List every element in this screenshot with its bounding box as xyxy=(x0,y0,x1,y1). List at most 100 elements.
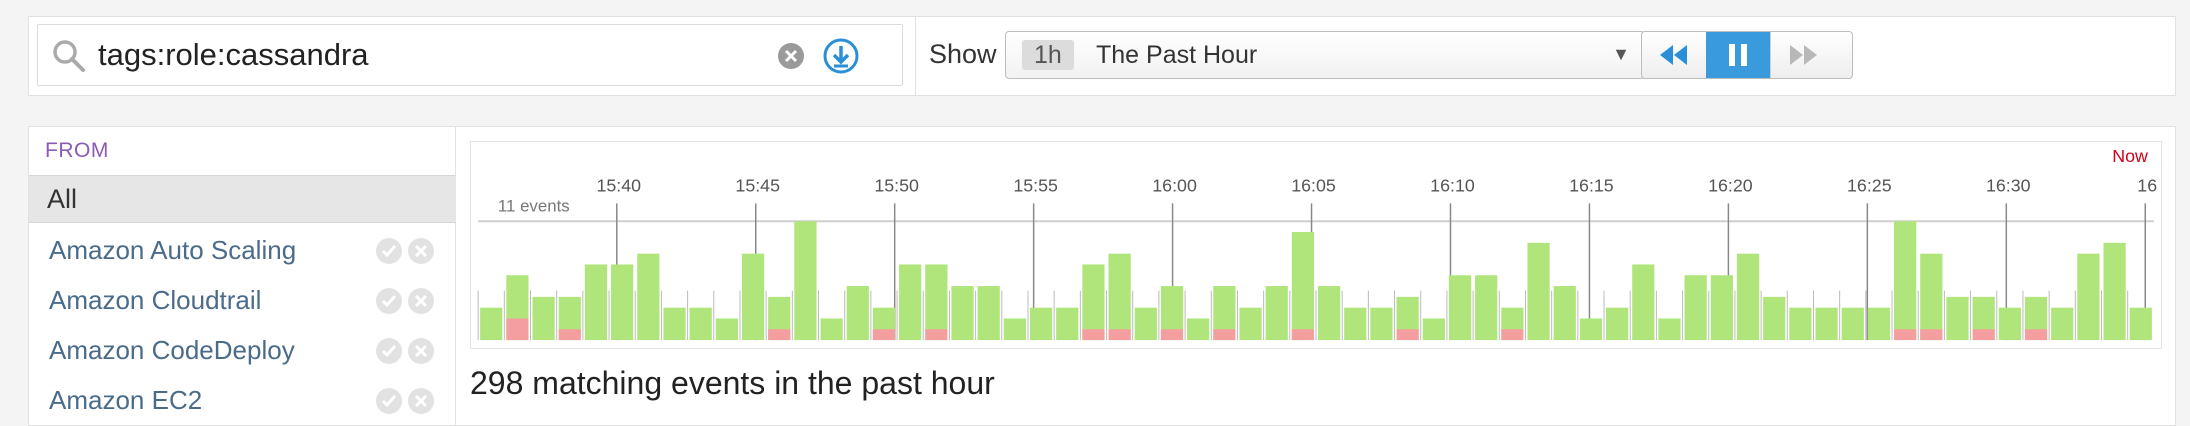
bar-ok xyxy=(794,221,817,341)
timeframe-select[interactable]: 1h The Past Hour ▼ xyxy=(1005,31,1645,79)
bar-error xyxy=(1291,329,1315,341)
bar-ok xyxy=(689,307,712,341)
source-item[interactable]: Amazon EC2 xyxy=(29,375,457,425)
include-check-icon[interactable] xyxy=(375,337,403,365)
bar-ok xyxy=(1475,275,1498,341)
source-item-all[interactable]: All xyxy=(29,175,457,223)
bar-error xyxy=(1396,329,1419,341)
tick-label: 16:00 xyxy=(1152,176,1197,196)
bar-error xyxy=(1213,329,1236,341)
divider xyxy=(915,17,916,95)
bar-ok xyxy=(1710,275,1733,341)
bar-ok xyxy=(1134,307,1157,341)
source-item[interactable]: Amazon CodeDeploy xyxy=(29,325,457,375)
top-bar: Show 1h The Past Hour ▼ xyxy=(28,16,2176,96)
bar-ok xyxy=(1632,264,1655,341)
bar-ok xyxy=(1448,275,1472,341)
bar-ok xyxy=(925,264,948,341)
bar-ok xyxy=(1370,307,1393,341)
bar-ok xyxy=(820,318,843,341)
timeframe-badge: 1h xyxy=(1022,40,1074,70)
bar-ok xyxy=(1946,296,1969,341)
bar-ok xyxy=(1056,307,1079,341)
bar-ok xyxy=(1553,286,1576,341)
tick-label: 16:25 xyxy=(1847,176,1892,196)
tick-label: 15:45 xyxy=(735,176,780,196)
bar-ok xyxy=(1082,264,1105,341)
exclude-x-icon[interactable] xyxy=(407,237,435,265)
timeframe-text: The Past Hour xyxy=(1096,41,1258,69)
bar-ok xyxy=(2077,253,2100,341)
include-check-icon[interactable] xyxy=(375,387,403,415)
bar-ok xyxy=(1187,318,1210,341)
bar-ok xyxy=(584,264,608,341)
clear-search-icon[interactable] xyxy=(776,41,806,71)
save-search-icon[interactable] xyxy=(822,37,860,75)
search-icon xyxy=(53,40,85,72)
bar-error xyxy=(1108,329,1131,341)
bar-error xyxy=(768,329,791,341)
pause-button[interactable] xyxy=(1706,32,1770,78)
bar-ok xyxy=(637,253,660,341)
search-box[interactable] xyxy=(37,24,903,86)
bar-ok xyxy=(1998,307,2021,341)
bar-ok xyxy=(1029,307,1053,341)
bar-ok xyxy=(480,307,503,341)
bar-ok xyxy=(846,286,869,341)
bar-ok xyxy=(1265,286,1288,341)
bar-error xyxy=(1920,329,1943,341)
bar-ok xyxy=(741,253,765,341)
bar-ok xyxy=(1815,307,1838,341)
exclude-x-icon[interactable] xyxy=(407,387,435,415)
bar-ok xyxy=(1920,253,1943,341)
tick-label: 15:50 xyxy=(874,176,919,196)
bar-ok xyxy=(951,286,974,341)
bar-ok xyxy=(899,264,922,341)
bar-ok xyxy=(611,264,634,341)
bar-ok xyxy=(1239,307,1262,341)
show-label: Show xyxy=(929,39,997,69)
event-histogram[interactable]: 11 events Now 15:40 15:45 15:50 15:55 16:00 16:… xyxy=(470,141,2162,349)
bar-ok xyxy=(2129,307,2152,341)
bar-error xyxy=(1972,329,1995,341)
bar-ok xyxy=(1527,242,1550,341)
tick-label: 16:15 xyxy=(1569,176,1614,196)
bar-ok xyxy=(1605,307,1629,341)
bar-error xyxy=(558,329,581,341)
exclude-x-icon[interactable] xyxy=(407,337,435,365)
source-item[interactable]: Amazon Auto Scaling xyxy=(29,225,457,275)
tick-label: 16 xyxy=(2137,176,2157,196)
bar-error xyxy=(1160,329,1184,341)
source-item-label: Amazon CodeDeploy xyxy=(49,335,295,365)
bar-ok xyxy=(1763,296,1786,341)
event-count-label: 11 events xyxy=(498,196,570,215)
fast-forward-button[interactable] xyxy=(1770,32,1834,78)
bar-error xyxy=(1501,329,1524,341)
tick-label: 16:05 xyxy=(1291,176,1336,196)
playback-controls xyxy=(1641,31,1853,79)
bar-error xyxy=(506,318,529,341)
search-input[interactable] xyxy=(98,31,798,79)
bar-ok xyxy=(715,318,738,341)
bar-ok xyxy=(532,296,555,341)
rewind-button[interactable] xyxy=(1642,32,1706,78)
include-check-icon[interactable] xyxy=(375,237,403,265)
bar-ok xyxy=(1789,307,1812,341)
include-check-icon[interactable] xyxy=(375,287,403,315)
bar-error xyxy=(1894,329,1917,341)
exclude-x-icon[interactable] xyxy=(407,287,435,315)
bar-ok xyxy=(1108,253,1131,341)
from-header: FROM xyxy=(45,139,109,162)
source-item[interactable]: Amazon Cloudtrail xyxy=(29,275,457,325)
source-sidebar: FROM All Amazon Auto Scaling Amazon Clou… xyxy=(28,126,457,426)
bar-error xyxy=(2024,329,2048,341)
bar-ok xyxy=(1579,318,1603,341)
event-summary: 298 matching events in the past hour xyxy=(470,365,995,401)
event-stream-panel: 11 events Now 15:40 15:45 15:50 15:55 16:00 16:… xyxy=(456,126,2176,426)
bar-ok xyxy=(1658,318,1681,341)
bar-ok xyxy=(1736,253,1760,341)
pause-icon xyxy=(1729,44,1747,66)
bar-ok xyxy=(1841,307,1864,341)
tick-label: 15:40 xyxy=(596,176,641,196)
bar-error xyxy=(872,329,896,341)
